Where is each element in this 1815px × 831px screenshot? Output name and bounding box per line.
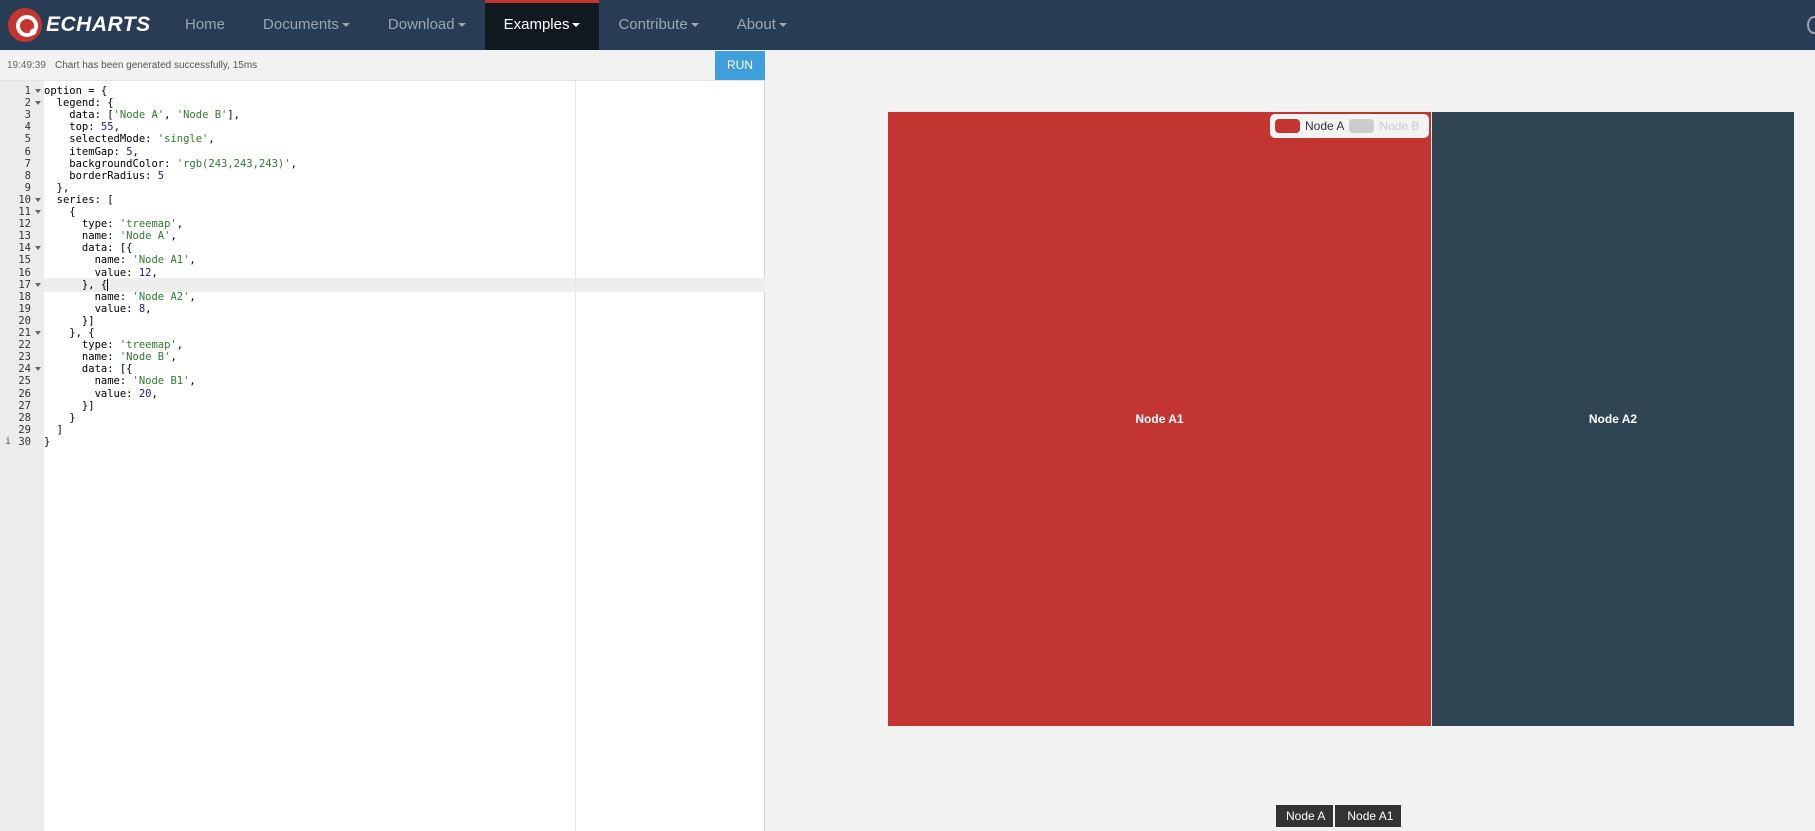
fold-arrow-icon[interactable] (35, 210, 41, 214)
fold-arrow-icon[interactable] (35, 246, 41, 251)
fold-arrow-icon[interactable] (35, 89, 41, 93)
legend-swatch (1275, 119, 1300, 133)
top-navbar: ECHARTS Home Documents Download Examples Con… (0, 0, 1815, 50)
treemap-node-label: Node A1 (1135, 412, 1184, 426)
run-button[interactable]: RUN (715, 51, 765, 80)
line-number: 30 (18, 435, 31, 448)
fold-arrow-icon[interactable] (35, 282, 41, 287)
nav-item-label: Documents (263, 16, 339, 33)
fold-arrow-icon[interactable] (35, 101, 41, 106)
legend-item-node-a[interactable]: Node A (1275, 119, 1344, 133)
legend-label: Node A (1305, 119, 1345, 133)
treemap-node-node-a1[interactable]: Node A1 (888, 112, 1431, 726)
nav-item-about[interactable]: About (718, 0, 806, 50)
status-time: 19:49:39 (7, 60, 46, 71)
nav-item-label: Examples (503, 16, 570, 33)
chart-legend: Node A Node B (1270, 114, 1430, 138)
fold-arrow-icon[interactable] (35, 367, 41, 372)
nav-item-home[interactable]: Home (166, 0, 244, 50)
nav-item-label: Home (185, 16, 226, 33)
nav-item-documents[interactable]: Documents (244, 0, 369, 50)
gutter-line: 30 i (0, 435, 44, 449)
nav-item-examples[interactable]: Examples (484, 0, 600, 50)
code-editor[interactable]: option = { legend: { data: ['Node A', 'N… (44, 81, 764, 831)
treemap-chart: Node A1 Node A2 Node A Node B (888, 112, 1794, 726)
caret-down-icon (572, 23, 581, 28)
nav-item-label: Contribute (618, 16, 688, 33)
caret-down-icon (778, 23, 787, 28)
breadcrumb-item[interactable]: Node A (1276, 805, 1334, 827)
echarts-logo-icon (8, 8, 42, 42)
info-icon: i (5, 435, 12, 447)
legend-item-node-b[interactable]: Node B (1349, 119, 1419, 133)
caret-down-icon (457, 23, 466, 28)
github-icon[interactable] (1807, 16, 1815, 34)
treemap-node-node-a2[interactable]: Node A2 (1432, 112, 1794, 726)
fold-arrow-icon[interactable] (35, 331, 41, 335)
nav-item-label: Download (387, 16, 455, 33)
fold-arrow-icon[interactable] (35, 197, 41, 202)
caret-down-icon (690, 23, 699, 28)
caret-down-icon (341, 23, 350, 28)
treemap-breadcrumb: Node A Node A1 (1276, 805, 1402, 827)
main-nav: Home Documents Download Examples Contribute A… (166, 0, 806, 50)
nav-item-download[interactable]: Download (369, 0, 485, 50)
treemap-node-label: Node A2 (1588, 412, 1638, 426)
line-number-gutter: 1 2 3 4 5 6 7 8 9 10 11 12 13 14 15 16 17 18 19 20 21 22 23 24 2… (0, 81, 44, 831)
nav-item-label: About (736, 16, 776, 33)
status-message: Chart has been generated successfully, 1… (55, 60, 258, 71)
brand-name: ECHARTS (46, 13, 151, 36)
echarts-logo[interactable]: ECHARTS (8, 8, 151, 42)
legend-label: Node B (1379, 119, 1420, 133)
nav-item-contribute[interactable]: Contribute (599, 0, 717, 50)
breadcrumb-item[interactable]: Node A1 (1335, 805, 1402, 827)
code-line: } (44, 435, 51, 448)
chart-preview-panel: Node A1 Node A2 Node A Node B Node A Node A1 (766, 50, 1815, 831)
editor-panel: 19:49:39 Chart has been generated succes… (0, 50, 765, 831)
legend-swatch (1349, 119, 1375, 133)
status-bar: 19:49:39 Chart has been generated succes… (0, 50, 765, 81)
